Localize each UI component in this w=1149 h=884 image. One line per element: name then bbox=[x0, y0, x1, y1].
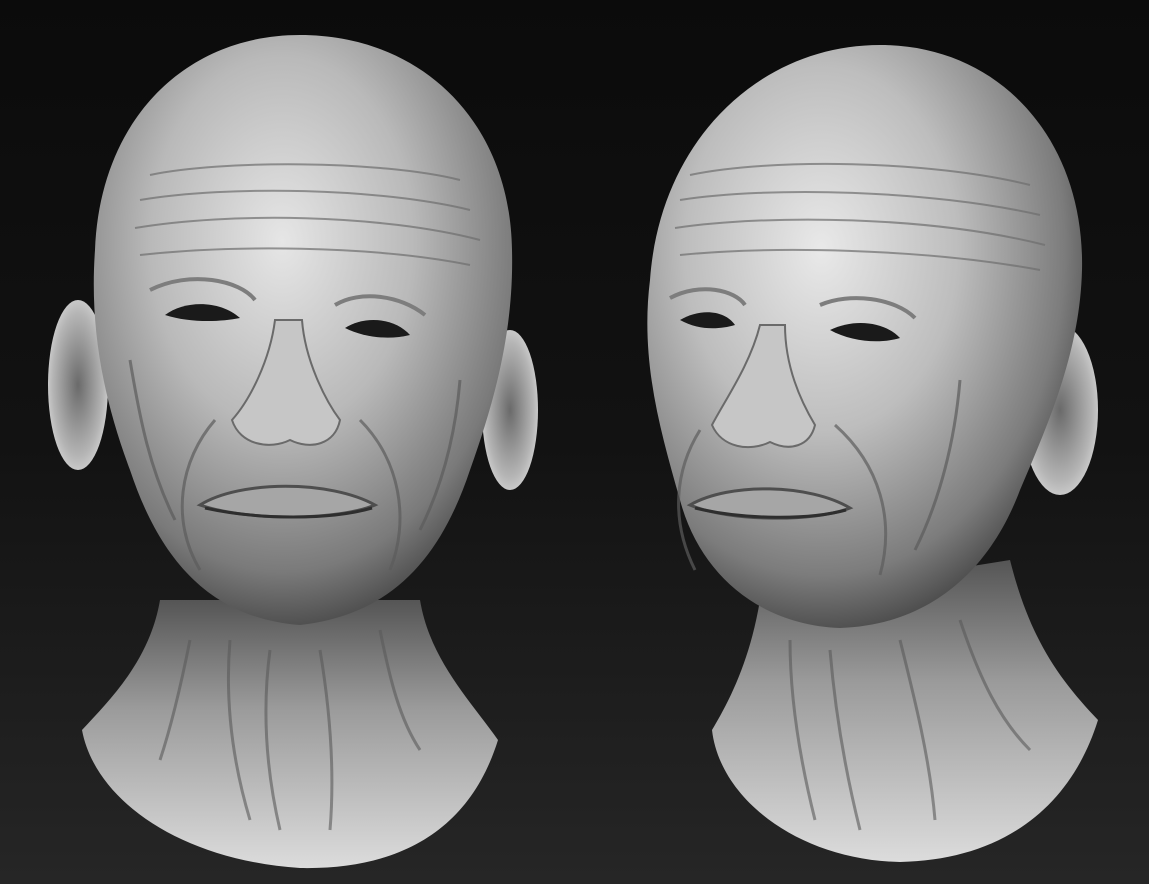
three-quarter-view-head bbox=[647, 45, 1098, 862]
front-neck bbox=[82, 600, 498, 869]
render-canvas bbox=[48, 35, 1098, 869]
front-view-head bbox=[48, 35, 538, 869]
sculpt-viewport bbox=[0, 0, 1149, 884]
